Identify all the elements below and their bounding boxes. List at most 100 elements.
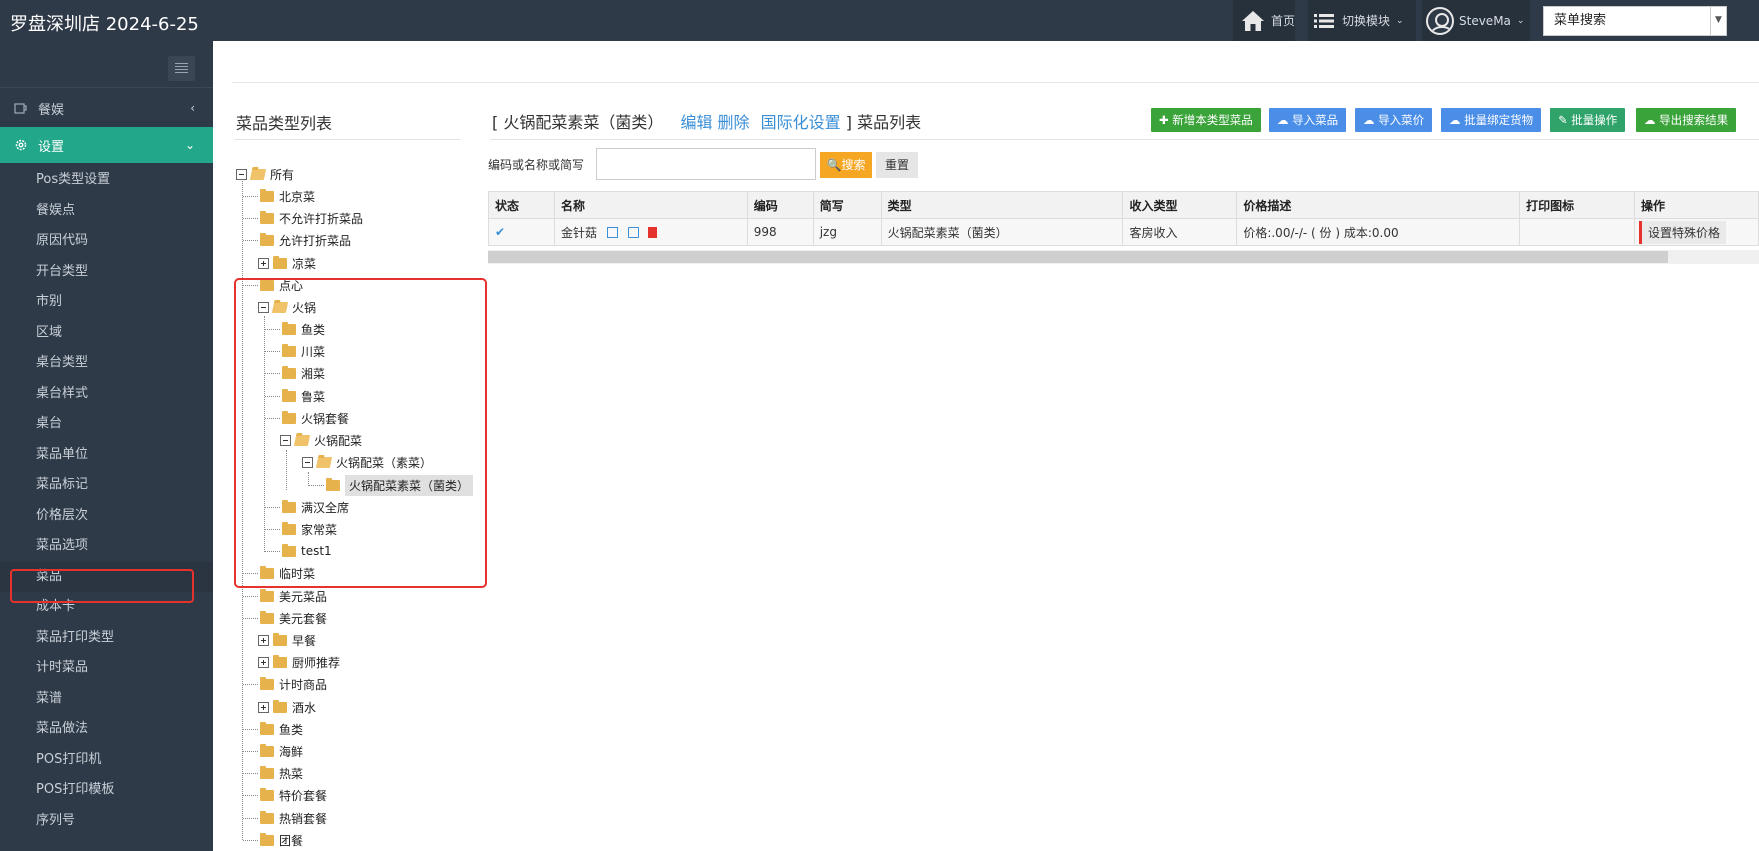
dish-type: 火锅配菜素菜（菌类） <box>880 218 1124 246</box>
sidebar-toggle-button[interactable] <box>168 56 195 81</box>
sidebar-item[interactable]: 菜品单位 <box>0 440 213 471</box>
highlight-box-tree <box>234 278 487 588</box>
sidebar-item[interactable]: 桌台类型 <box>0 348 213 379</box>
expand-icon[interactable] <box>258 656 269 668</box>
tree-node-root[interactable]: 所有 <box>236 163 294 185</box>
tree-node[interactable]: 特价套餐 <box>243 784 327 806</box>
collapse-icon[interactable] <box>236 168 247 180</box>
expand-icon[interactable] <box>258 257 269 269</box>
sidebar-item[interactable]: 餐娱点 <box>0 196 213 227</box>
sidebar-item[interactable]: 计时菜品 <box>0 653 213 684</box>
export-results-button[interactable]: ☁ 导出搜索结果 <box>1636 108 1737 132</box>
print-icon-cell <box>1519 218 1635 246</box>
sidebar-item[interactable]: 市别 <box>0 287 213 318</box>
batch-operation-button[interactable]: ✎ 批量操作 <box>1550 108 1626 132</box>
tree-node[interactable]: 允许打折菜品 <box>243 229 351 251</box>
column-header[interactable]: 简写 <box>812 191 882 219</box>
tree-node[interactable]: 计时商品 <box>243 673 327 695</box>
expand-icon[interactable] <box>258 701 269 713</box>
user-menu[interactable]: SteveMa ⌄ <box>1422 0 1530 41</box>
chevron-left-icon: ‹ <box>190 101 195 115</box>
copy-icon[interactable] <box>606 226 618 238</box>
search-button[interactable]: 🔍搜索 <box>820 152 872 178</box>
search-input[interactable] <box>596 148 816 180</box>
column-header[interactable]: 价格描述 <box>1236 191 1521 219</box>
tree-node[interactable]: 热菜 <box>243 762 303 784</box>
folder-icon <box>260 676 274 690</box>
sidebar-item[interactable]: Pos类型设置 <box>0 165 213 196</box>
column-header[interactable]: 操作 <box>1634 191 1759 219</box>
add-dish-button[interactable]: ✚ 新增本类型菜品 <box>1151 108 1261 132</box>
sidebar-item[interactable]: 序列号 <box>0 806 213 837</box>
home-icon <box>1242 10 1264 31</box>
sidebar-item[interactable]: 菜品打印类型 <box>0 623 213 654</box>
sidebar-item[interactable]: POS打印模板 <box>0 775 213 806</box>
brand-title: 罗盘深圳店 2024-6-25 <box>10 14 199 35</box>
expand-icon[interactable] <box>258 634 269 646</box>
sidebar-group-settings[interactable]: 设置 ⌄ <box>0 127 213 163</box>
i18n-settings-link[interactable]: 国际化设置 <box>761 113 841 132</box>
tree-node[interactable]: 美元套餐 <box>243 607 327 629</box>
sidebar-item[interactable]: 桌台 <box>0 409 213 440</box>
delete-category-link[interactable]: 删除 <box>718 113 750 132</box>
column-header[interactable]: 编码 <box>746 191 814 219</box>
reset-button[interactable]: 重置 <box>876 152 918 178</box>
sidebar-item[interactable]: 价格层次 <box>0 501 213 532</box>
sidebar-item[interactable]: 原因代码 <box>0 226 213 257</box>
switch-module-button[interactable]: 切换模块 ⌄ <box>1308 0 1416 41</box>
tree-node[interactable]: 热销套餐 <box>243 807 327 829</box>
menu-search-value: 菜单搜索 <box>1554 13 1607 28</box>
folder-icon <box>260 610 274 624</box>
sidebar-group-dining-label: 餐娱 <box>38 102 65 118</box>
menu-search-select[interactable]: 菜单搜索 ▼ <box>1543 6 1727 36</box>
tree-node[interactable]: 团餐 <box>243 829 303 851</box>
column-header[interactable]: 打印图标 <box>1519 191 1635 219</box>
tree-node[interactable]: 北京菜 <box>243 185 315 207</box>
tree-node[interactable]: 早餐 <box>258 629 316 651</box>
chevron-down-icon: ⌄ <box>1516 15 1525 26</box>
sidebar: 餐娱 ‹ 设置 ⌄ Pos类型设置 餐娱点 原因代码 开台类型 市别 区域 桌台… <box>0 41 213 851</box>
home-label: 首页 <box>1271 14 1296 28</box>
dish-abbr: jzg <box>812 218 882 246</box>
folder-icon <box>273 632 287 646</box>
batch-bind-goods-button[interactable]: ☁ 批量绑定货物 <box>1441 108 1542 132</box>
current-category: 火锅配菜素菜（菌类） <box>503 113 664 132</box>
sidebar-item[interactable]: 菜品标记 <box>0 470 213 501</box>
switch-module-label: 切换模块 <box>1342 14 1391 28</box>
tree-node[interactable]: 不允许打折菜品 <box>243 207 363 229</box>
folder-icon <box>273 654 287 668</box>
tree-node[interactable]: 鱼类 <box>243 718 303 740</box>
column-header[interactable]: 类型 <box>880 191 1124 219</box>
sidebar-group-settings-label: 设置 <box>38 139 65 155</box>
folder-icon <box>260 588 274 602</box>
sidebar-settings-submenu: Pos类型设置 餐娱点 原因代码 开台类型 市别 区域 桌台类型 桌台样式 桌台… <box>0 165 213 836</box>
tree-node[interactable]: 美元菜品 <box>243 585 327 607</box>
tree-node[interactable]: 厨师推荐 <box>258 651 340 673</box>
home-button[interactable]: 首页 <box>1233 0 1295 41</box>
sidebar-item[interactable]: 菜谱 <box>0 684 213 715</box>
edit-icon[interactable] <box>627 226 639 238</box>
sidebar-item[interactable]: 桌台样式 <box>0 379 213 410</box>
sidebar-item[interactable]: 区域 <box>0 318 213 349</box>
table-row[interactable]: ✔ 金针菇 998 jzg 火锅配菜素菜（菌类） 客房收入 价格:.00/-/-… <box>488 218 1759 246</box>
edit-category-link[interactable]: 编辑 <box>680 113 712 132</box>
sidebar-item[interactable]: 开台类型 <box>0 257 213 288</box>
price-description: 价格:.00/-/- ( 份 ) 成本:0.00 <box>1236 218 1521 246</box>
tree-node[interactable]: 凉菜 <box>258 252 316 274</box>
sidebar-item[interactable]: 菜品做法 <box>0 714 213 745</box>
sidebar-group-dining[interactable]: 餐娱 ‹ <box>0 90 213 126</box>
column-header[interactable]: 状态 <box>488 191 555 219</box>
trash-icon[interactable] <box>648 226 658 238</box>
tree-node[interactable]: 海鲜 <box>243 740 303 762</box>
import-prices-button[interactable]: ☁ 导入菜价 <box>1355 108 1433 132</box>
set-special-price-button[interactable]: 设置特殊价格 <box>1639 220 1727 244</box>
sidebar-item[interactable]: 菜品选项 <box>0 531 213 562</box>
column-header[interactable]: 名称 <box>553 191 748 219</box>
tree-node[interactable]: 酒水 <box>258 696 316 718</box>
scrollbar-thumb[interactable] <box>488 251 1668 263</box>
table-header-row: 状态 名称 编码 简写 类型 收入类型 价格描述 打印图标 操作 <box>488 191 1759 219</box>
sidebar-item[interactable]: POS打印机 <box>0 745 213 776</box>
horizontal-scrollbar[interactable] <box>488 250 1759 264</box>
import-dishes-button[interactable]: ☁ 导入菜品 <box>1269 108 1347 132</box>
column-header[interactable]: 收入类型 <box>1122 191 1238 219</box>
